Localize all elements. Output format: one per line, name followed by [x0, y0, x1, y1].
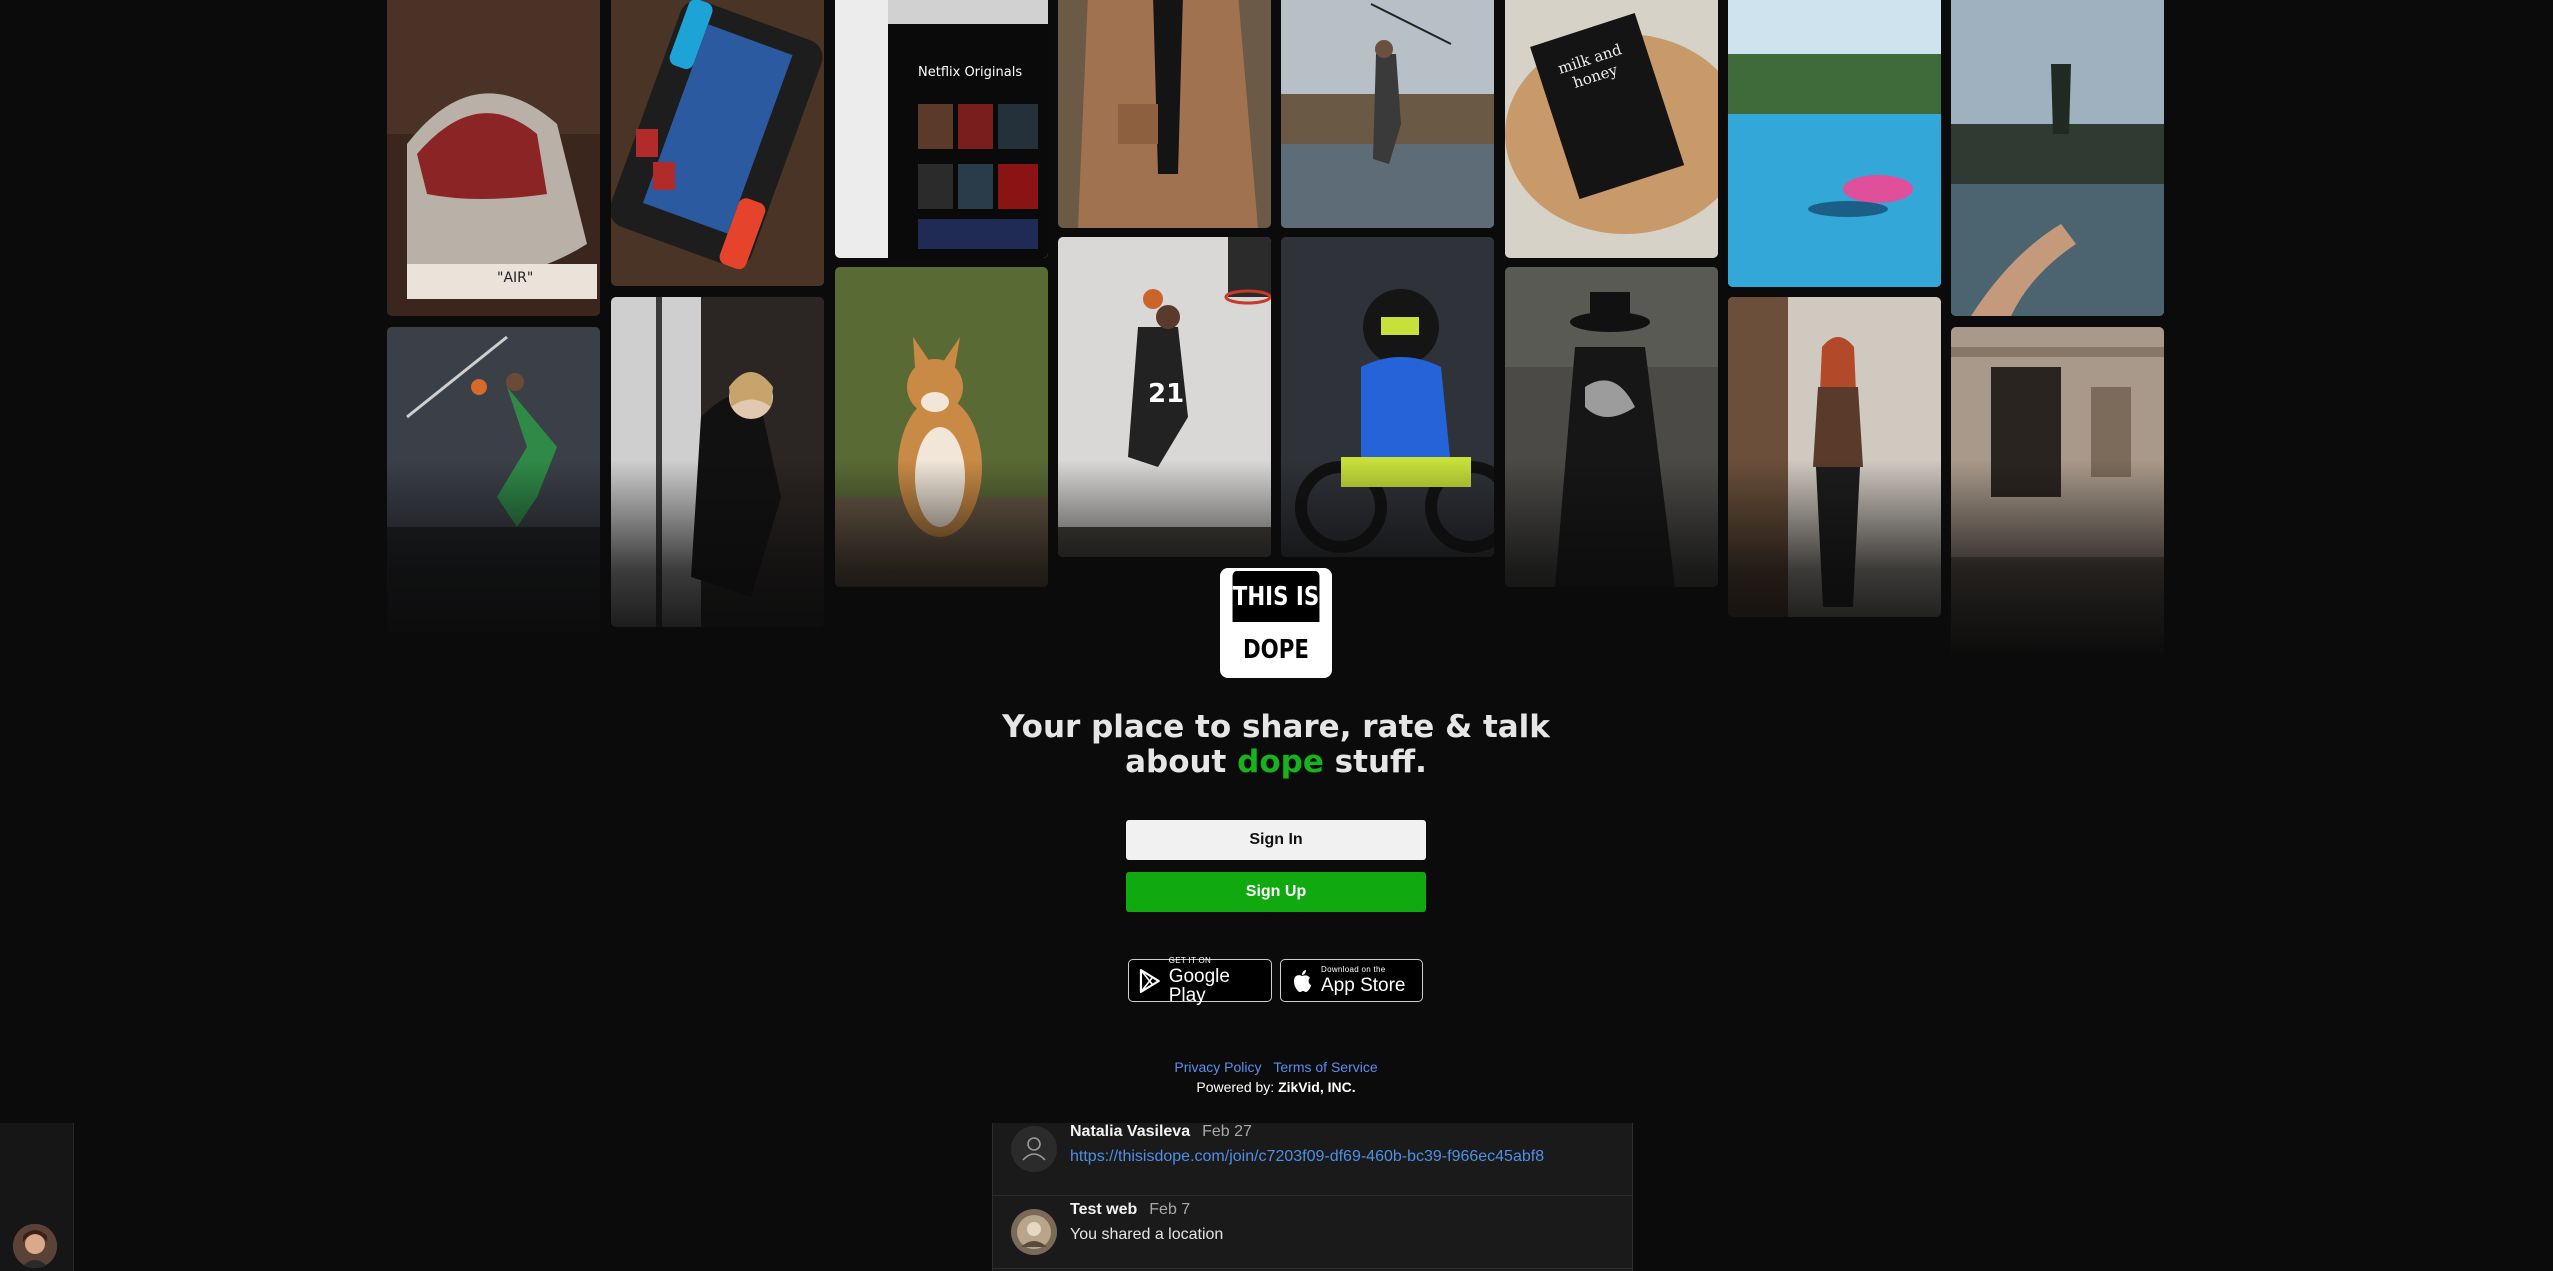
photo-old-building — [1951, 327, 2164, 657]
chat-side-rail — [0, 1123, 74, 1271]
google-play-small-text: GET IT ON — [1168, 955, 1212, 965]
chat-list: Natalia Vasileva Feb 27 https://thisisdop… — [992, 1123, 1633, 1271]
user-placeholder-icon — [1011, 1126, 1057, 1172]
powered-by-company: ZikVid, INC. — [1278, 1079, 1356, 1095]
avatar — [1011, 1126, 1057, 1172]
photo-woman-window — [611, 297, 824, 627]
photo-basketball-dunk: 21 — [1058, 237, 1271, 557]
apple-icon — [1294, 969, 1311, 992]
photo-corgi — [835, 267, 1048, 587]
sign-up-button[interactable]: Sign Up — [1126, 872, 1426, 912]
photo-redhead-woman — [1728, 297, 1941, 617]
chat-preview-link[interactable]: https://thisisdope.com/join/c7203f09-df6… — [1070, 1148, 1544, 1166]
logo-top-text: THIS IS — [1230, 568, 1322, 622]
photo-lake — [1951, 0, 2164, 316]
photo-book: milk and honey — [1505, 0, 1718, 258]
photo-fisherman — [1281, 0, 1494, 228]
brand-logo: THIS IS DOPE — [1220, 568, 1332, 678]
app-store-small-text: Download on the — [1321, 965, 1386, 974]
photo-pool — [1728, 0, 1941, 287]
tagline-before: about — [1125, 744, 1238, 780]
photo-collage: "AIR" Netflix Originals 21 milk and hone… — [0, 0, 2553, 660]
powered-by: Powered by: ZikVid, INC. — [1126, 1079, 1426, 1095]
avatar — [1011, 1209, 1057, 1255]
photo-basketball-player-green — [387, 327, 600, 632]
photo-game-console — [611, 0, 824, 286]
avatar[interactable] — [13, 1224, 57, 1268]
photo-coat-person — [1058, 0, 1271, 228]
chat-list-item[interactable]: Test web Feb 7 You shared a location — [993, 1196, 1632, 1269]
google-play-icon — [1139, 968, 1160, 993]
app-store-badge[interactable]: Download on the App Store — [1280, 959, 1423, 1002]
svg-text:"AIR": "AIR" — [497, 270, 533, 286]
tagline: Your place to share, rate & talk about d… — [976, 710, 1576, 780]
chat-preview-text: You shared a location — [1070, 1226, 1224, 1243]
photo-motocross-rider — [1281, 237, 1494, 557]
chat-sender: Natalia Vasileva Feb 27 — [1070, 1123, 1252, 1141]
google-play-big-text: Google Play — [1168, 965, 1230, 1006]
privacy-policy-link[interactable]: Privacy Policy — [1174, 1059, 1261, 1075]
chat-list-item[interactable]: Natalia Vasileva Feb 27 https://thisisdop… — [993, 1123, 1632, 1196]
tagline-line-1: Your place to share, rate & talk — [1002, 709, 1550, 745]
app-store-big-text: App Store — [1321, 975, 1406, 996]
logo-bottom-text: DOPE — [1230, 622, 1322, 678]
photo-hat-man — [1505, 267, 1718, 587]
chat-sender-name: Natalia Vasileva — [1070, 1123, 1191, 1140]
tagline-accent: dope — [1237, 744, 1324, 780]
terms-of-service-link[interactable]: Terms of Service — [1273, 1059, 1377, 1075]
chat-date: Feb 7 — [1149, 1201, 1191, 1218]
svg-text:21: 21 — [1148, 379, 1184, 409]
photo-sneaker: "AIR" — [387, 0, 600, 316]
sign-in-button[interactable]: Sign In — [1126, 820, 1426, 860]
google-play-badge[interactable]: GET IT ON Google Play — [1128, 955, 1272, 1006]
landing-page: "AIR" Netflix Originals 21 milk and hone… — [0, 0, 2553, 1271]
photo-streaming-tv: Netflix Originals — [835, 0, 1048, 258]
chat-sender-name: Test web — [1070, 1201, 1138, 1218]
svg-text:Netflix Originals: Netflix Originals — [918, 65, 1022, 80]
powered-by-prefix: Powered by: — [1196, 1079, 1279, 1095]
tagline-after: stuff. — [1323, 744, 1427, 780]
chat-sender: Test web Feb 7 — [1070, 1201, 1190, 1219]
tagline-line-2: about dope stuff. — [976, 745, 1576, 780]
chat-date: Feb 27 — [1202, 1123, 1252, 1140]
footer-links: Privacy Policy Terms of Service — [1126, 1059, 1426, 1075]
